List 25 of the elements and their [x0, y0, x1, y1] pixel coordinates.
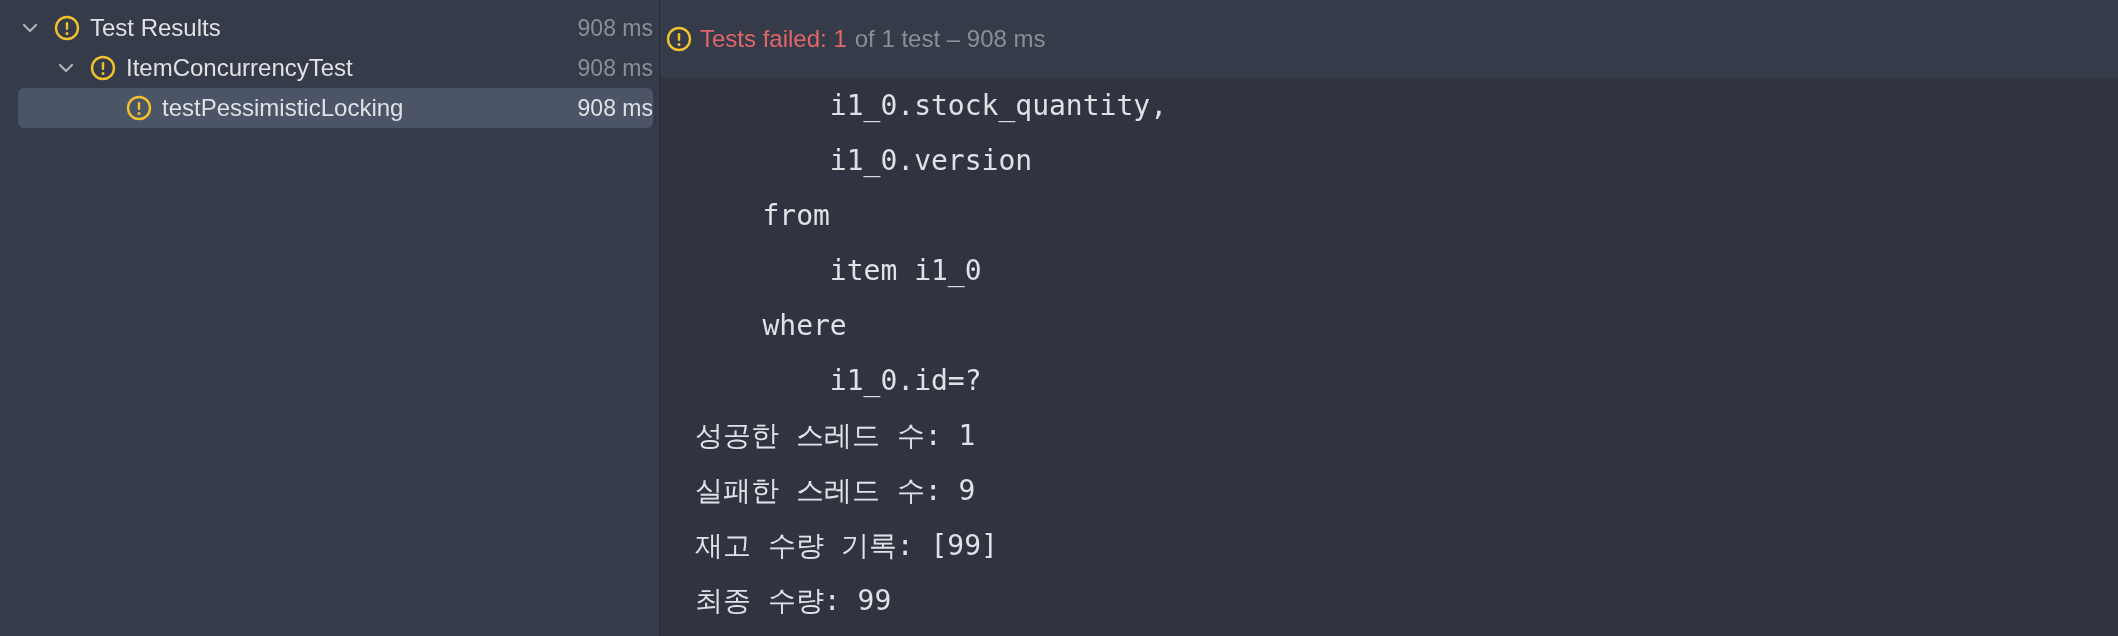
test-name: Test Results [90, 14, 222, 42]
failed-count: Tests failed: 1 [700, 25, 847, 53]
console-line: from [761, 199, 830, 232]
test-name: testPessimisticLocking [162, 94, 405, 122]
console-line: i1_0.stock_quantity, [828, 89, 1167, 122]
console-line: i1_0.version [828, 144, 1033, 177]
warning-icon [126, 95, 152, 121]
console-line: 재고 수량 기록: [99] [695, 529, 998, 562]
duration: 908 ms [577, 94, 653, 122]
tree-item[interactable]: testPessimisticLocking 908 ms [18, 88, 653, 128]
warning-icon [90, 55, 116, 81]
test-summary: of 1 test – 908 ms [854, 25, 1046, 53]
console-line: i1_0.id=? [828, 364, 982, 397]
tree-item[interactable]: ItemConcurrencyTest 908 ms [18, 48, 653, 88]
duration: 908 ms [577, 54, 653, 82]
console-line: 최종 수량: 99 [695, 584, 892, 617]
console-line: 성공한 스레드 수: 1 [695, 419, 976, 452]
console-line: where [761, 309, 847, 342]
duration: 908 ms [577, 14, 653, 42]
console-line: 실패한 스레드 수: 9 [695, 474, 976, 507]
console-line: item i1_0 [828, 254, 982, 287]
tree-item[interactable]: Test Results 908 ms [18, 8, 653, 48]
test-name: ItemConcurrencyTest [126, 54, 354, 82]
warning-icon [666, 26, 692, 52]
warning-icon [54, 15, 80, 41]
